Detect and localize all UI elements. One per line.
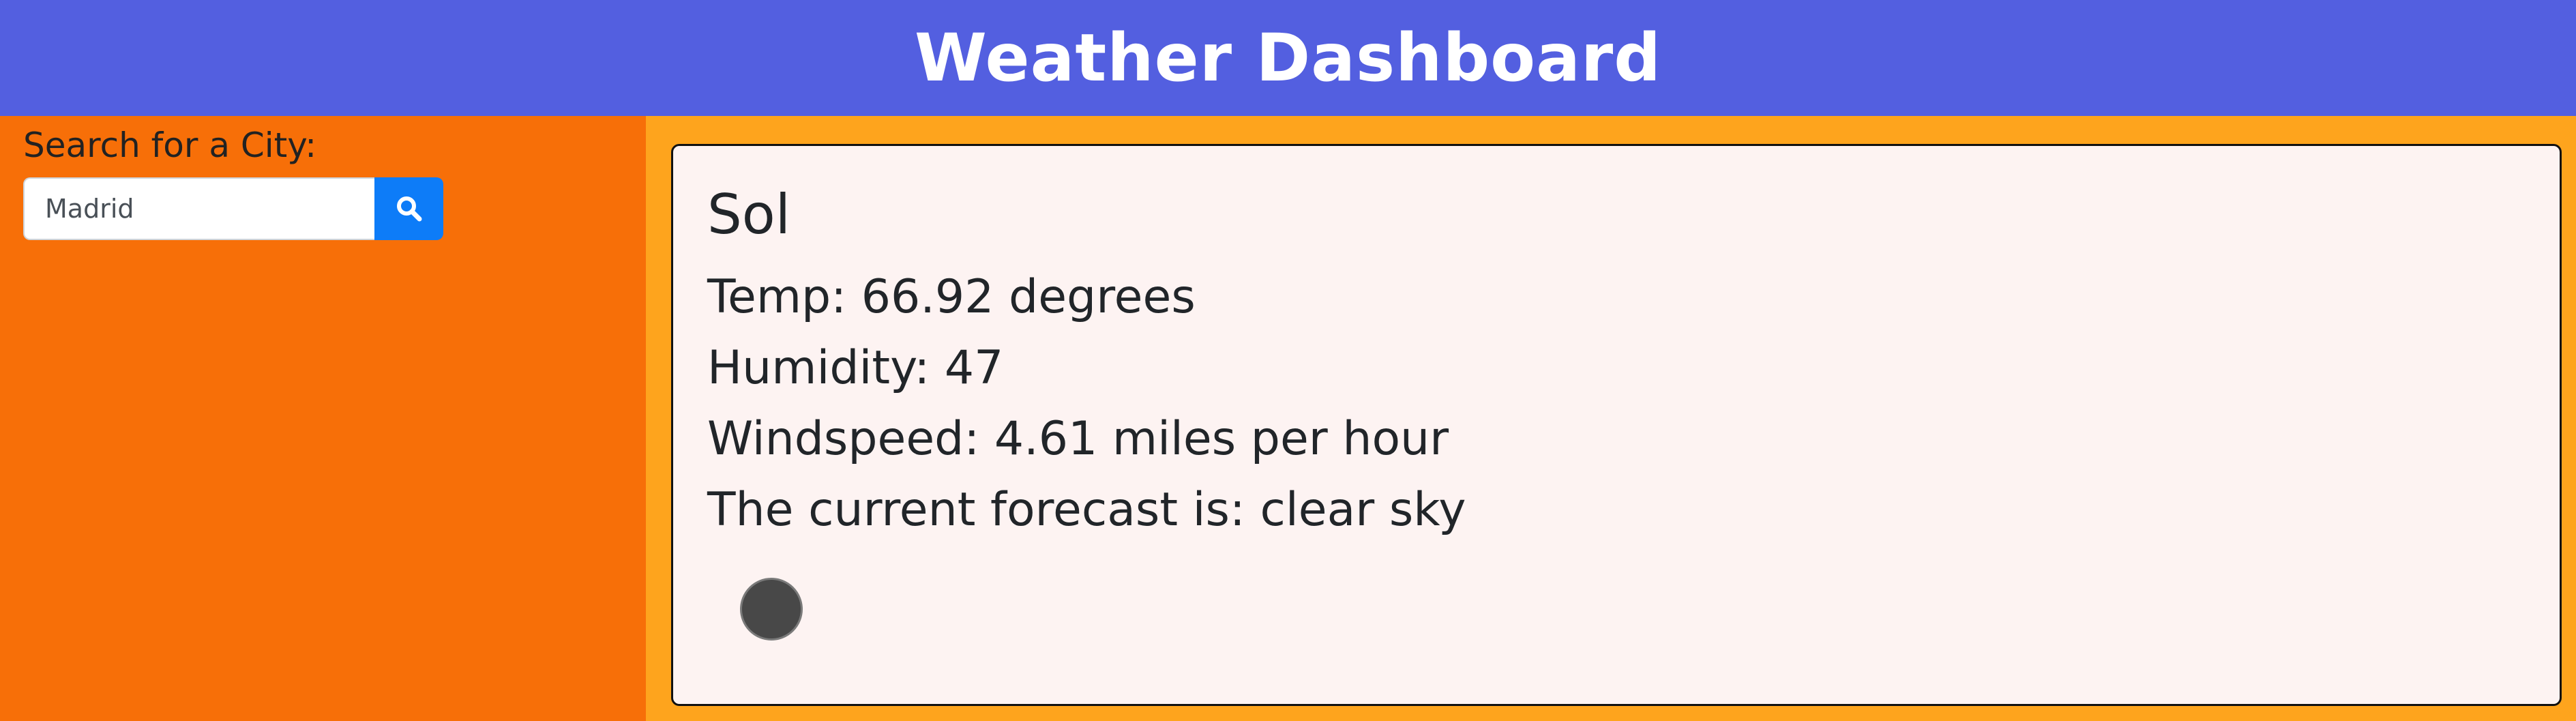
- temperature-text: Temp: 66.92 degrees: [707, 270, 1196, 324]
- page-title: Weather Dashboard: [915, 20, 1661, 96]
- city-name: Sol: [707, 183, 790, 246]
- current-weather-card: Sol Temp: 66.92 degrees Humidity: 47 Win…: [671, 144, 2562, 706]
- forecast-text: The current forecast is: clear sky: [707, 483, 1466, 537]
- city-search-input[interactable]: [23, 177, 374, 240]
- windspeed-text: Windspeed: 4.61 miles per hour: [707, 412, 1449, 466]
- search-button[interactable]: [374, 177, 443, 240]
- search-label: Search for a City:: [23, 126, 317, 165]
- clear-sky-icon: [740, 578, 803, 641]
- main-content: Sol Temp: 66.92 degrees Humidity: 47 Win…: [646, 116, 2576, 721]
- humidity-text: Humidity: 47: [707, 341, 1004, 395]
- search-icon: [396, 196, 421, 222]
- search-sidebar: Search for a City:: [0, 116, 646, 721]
- page-header: Weather Dashboard: [0, 0, 2576, 116]
